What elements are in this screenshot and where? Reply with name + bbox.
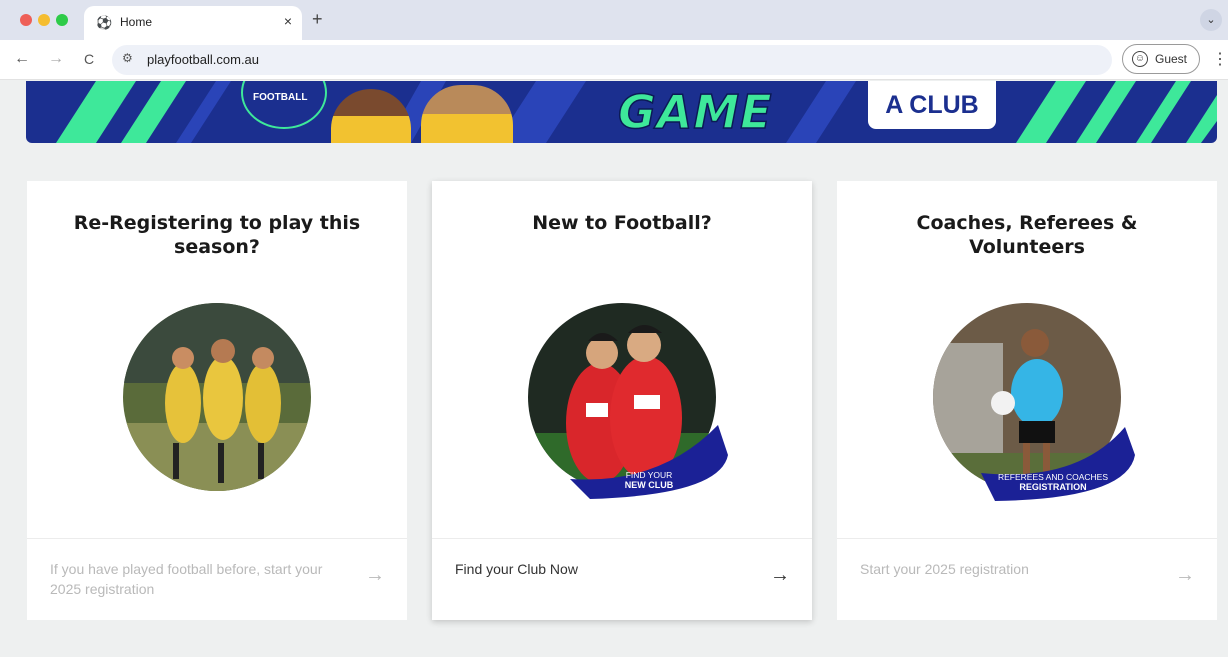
tab-home[interactable]: ⚽ Home × xyxy=(84,6,302,40)
new-tab-button[interactable]: + xyxy=(312,9,323,29)
badge-line-2: NEW CLUB xyxy=(624,480,674,490)
browser-toolbar: ← → C ⚙ playfootball.com.au ☺ Guest ⋮ xyxy=(0,40,1228,80)
tab-search-button[interactable]: ⌄ xyxy=(1200,9,1222,31)
address-bar[interactable]: ⚙ playfootball.com.au xyxy=(112,45,1112,75)
card-footer-text: Start your 2025 registration xyxy=(860,561,1029,577)
card-footer-link[interactable]: Find your Club Now → xyxy=(432,538,812,620)
find-a-club-label: A CLUB xyxy=(885,91,979,119)
url-text[interactable]: playfootball.com.au xyxy=(147,52,259,67)
arrow-right-icon[interactable]: → xyxy=(1175,565,1195,585)
zoom-window-button[interactable] xyxy=(56,14,68,26)
guest-label: Guest xyxy=(1155,52,1188,66)
badge-line-1: REFEREES AND COACHES xyxy=(997,472,1109,482)
card-footer-text: If you have played football before, star… xyxy=(50,561,323,597)
badge-line-2: REGISTRATION xyxy=(1019,482,1087,492)
football-favicon-icon: ⚽ xyxy=(96,15,113,30)
arrow-right-icon[interactable]: → xyxy=(365,565,385,585)
hero-banner[interactable]: FOOTBALL GAME A CLUB xyxy=(26,81,1217,143)
hero-headline: GAME xyxy=(617,84,773,140)
browser-tab-bar: ⚽ Home × + ⌄ xyxy=(0,0,1228,40)
card-coaches-referees-volunteers[interactable]: Coaches, Referees & Volunteers REFEREES … xyxy=(837,181,1217,620)
play-football-logo-text: FOOTBALL xyxy=(253,92,308,103)
find-a-club-button[interactable]: A CLUB xyxy=(868,81,996,129)
players-celebrating-image xyxy=(123,303,311,491)
arrow-right-icon[interactable]: → xyxy=(770,565,790,585)
site-info-icon[interactable]: ⚙ xyxy=(122,51,133,65)
badge-line-1: FIND YOUR xyxy=(625,470,673,480)
back-button[interactable]: ← xyxy=(12,49,32,69)
card-footer-text: Find your Club Now xyxy=(455,561,578,577)
browser-menu-icon[interactable]: ⋮ xyxy=(1212,49,1228,69)
reload-button[interactable]: C xyxy=(79,49,99,69)
card-footer-link[interactable]: Start your 2025 registration → xyxy=(837,538,1217,620)
card-re-registering[interactable]: Re-Registering to play this season? If y… xyxy=(27,181,407,620)
close-window-button[interactable] xyxy=(20,14,32,26)
profile-icon: ☺ xyxy=(1132,51,1148,67)
guest-profile-button[interactable]: ☺ Guest xyxy=(1122,44,1200,74)
card-footer-link[interactable]: If you have played football before, star… xyxy=(27,538,407,620)
tab-title: Home xyxy=(120,15,153,29)
card-title: New to Football? xyxy=(532,212,712,234)
forward-button[interactable]: → xyxy=(46,49,66,69)
card-title: Coaches, Referees & Volunteers xyxy=(916,212,1138,258)
find-new-club-badge-text: FIND YOUR NEW CLUB xyxy=(604,470,694,490)
card-title: Re-Registering to play this season? xyxy=(73,212,361,258)
referees-coaches-badge xyxy=(981,427,1135,501)
card-new-to-football[interactable]: New to Football? FIND YOUR NEW CLUB Find… xyxy=(432,181,812,620)
close-tab-icon[interactable]: × xyxy=(284,13,292,29)
minimize-window-button[interactable] xyxy=(38,14,50,26)
referees-coaches-badge-text: REFEREES AND COACHES REGISTRATION xyxy=(987,472,1119,492)
